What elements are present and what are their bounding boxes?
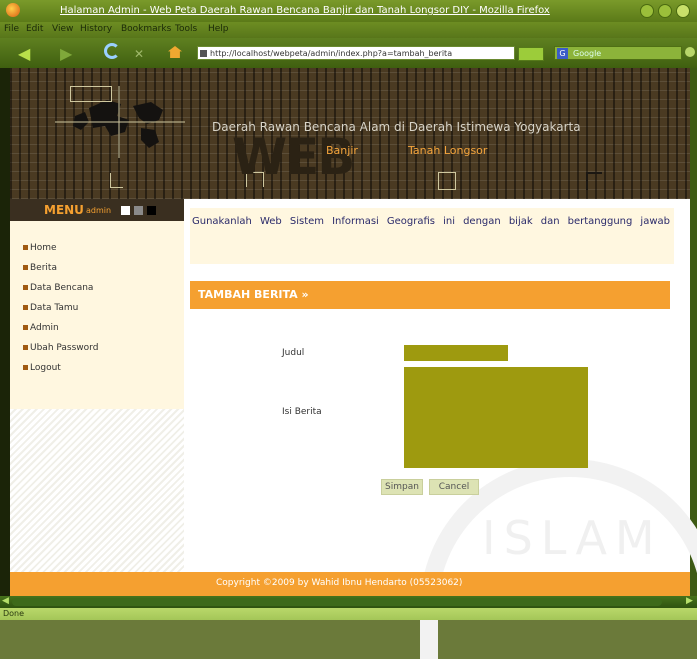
- navigation-toolbar: ◀ ▶ ✕ http://localhost/webpeta/admin/ind…: [0, 38, 697, 68]
- menu-square-icon: [134, 206, 143, 215]
- watermark-text: ISLAM: [482, 511, 663, 565]
- judul-input[interactable]: [404, 345, 508, 361]
- window-title: Halaman Admin - Web Peta Daerah Rawan Be…: [60, 5, 550, 16]
- maximize-icon[interactable]: [658, 4, 672, 18]
- search-input[interactable]: G Google: [554, 46, 682, 60]
- address-url: http://localhost/webpeta/admin/index.php…: [210, 49, 453, 58]
- menu-help[interactable]: Help: [208, 24, 229, 34]
- section-title: TAMBAH BERITA »: [198, 288, 309, 301]
- bullet-icon: [23, 305, 28, 310]
- stop-icon[interactable]: ✕: [134, 47, 144, 61]
- scroll-left-icon[interactable]: ◀: [2, 596, 9, 606]
- sidebar-item-logout[interactable]: Logout: [23, 363, 61, 373]
- google-icon: G: [557, 48, 568, 59]
- isi-berita-label: Isi Berita: [282, 407, 322, 417]
- back-icon[interactable]: ◀: [18, 44, 30, 63]
- sidebar-item-label: Logout: [30, 363, 61, 373]
- menu-file[interactable]: File: [4, 24, 19, 34]
- search-placeholder: Google: [573, 49, 602, 58]
- sidebar-item-admin[interactable]: Admin: [23, 323, 59, 333]
- page-favicon-icon: [200, 50, 207, 57]
- sidebar-item-home[interactable]: Home: [23, 243, 57, 253]
- horizontal-scrollbar[interactable]: ◀ ▶: [0, 596, 697, 608]
- sidebar-item-label: Berita: [30, 263, 57, 273]
- forward-icon[interactable]: ▶: [60, 44, 72, 63]
- status-text: Done: [3, 609, 25, 618]
- go-button[interactable]: [518, 47, 544, 61]
- section-header: TAMBAH BERITA »: [190, 281, 670, 309]
- status-bar: Done: [0, 608, 697, 620]
- home-icon[interactable]: [168, 46, 182, 58]
- bullet-icon: [23, 365, 28, 370]
- sidebar-item-data-bencana[interactable]: Data Bencana: [23, 283, 94, 293]
- menu-view[interactable]: View: [52, 24, 73, 34]
- link-banjir[interactable]: Banjir: [326, 144, 358, 157]
- search-icon[interactable]: [685, 47, 695, 57]
- sidebar-item-ubah-password[interactable]: Ubah Password: [23, 343, 99, 353]
- menu-title: MENU: [44, 203, 84, 217]
- window-border-left: [0, 68, 10, 596]
- sidebar-item-label: Admin: [30, 323, 59, 333]
- menu-edit[interactable]: Edit: [26, 24, 43, 34]
- menu-header: MENU admin: [10, 199, 184, 221]
- menu-bookmarks[interactable]: Bookmarks: [121, 24, 171, 34]
- sidebar-item-berita[interactable]: Berita: [23, 263, 57, 273]
- banner-frame: [586, 172, 602, 190]
- bullet-icon: [23, 325, 28, 330]
- sidebar-item-label: Data Tamu: [30, 303, 79, 313]
- link-tanah-longsor[interactable]: Tanah Longsor: [408, 144, 487, 157]
- sidebar-item-label: Ubah Password: [30, 343, 99, 353]
- banner-title: Daerah Rawan Bencana Alam di Daerah Isti…: [212, 120, 581, 134]
- minimize-icon[interactable]: [640, 4, 654, 18]
- site-banner: WEB Daerah Rawan Bencana Alam di Daerah …: [10, 68, 690, 199]
- main-area: MENU admin Home Berita Data Bencana Data…: [10, 199, 697, 659]
- menu-subtitle: admin: [86, 206, 112, 215]
- intro-box: Gunakanlah Web Sistem Informasi Geografi…: [190, 208, 674, 264]
- scrollbar-thumb[interactable]: [12, 598, 662, 606]
- bullet-icon: [23, 345, 28, 350]
- sidebar-item-label: Home: [30, 243, 57, 253]
- sidebar: MENU admin Home Berita Data Bencana Data…: [10, 199, 184, 409]
- banner-frame: [70, 86, 112, 102]
- close-icon[interactable]: [676, 4, 690, 18]
- reload-icon[interactable]: [104, 43, 120, 59]
- isi-berita-textarea[interactable]: [404, 367, 588, 468]
- cancel-button[interactable]: Cancel: [429, 479, 479, 495]
- menu-tools[interactable]: Tools: [175, 24, 197, 34]
- address-bar[interactable]: http://localhost/webpeta/admin/index.php…: [197, 46, 515, 60]
- judul-label: Judul: [282, 348, 305, 358]
- menu-square-icon: [147, 206, 156, 215]
- menu-history[interactable]: History: [80, 24, 112, 34]
- sidebar-item-label: Data Bencana: [30, 283, 94, 293]
- banner-frame: [110, 173, 123, 188]
- menu-bar: File Edit View History Bookmarks Tools H…: [0, 22, 697, 38]
- intro-text: Gunakanlah Web Sistem Informasi Geografi…: [192, 216, 670, 227]
- bullet-icon: [23, 245, 28, 250]
- scroll-right-icon[interactable]: ▶: [686, 596, 693, 606]
- sidebar-pattern: [10, 409, 184, 572]
- banner-logo-web: WEB: [232, 128, 355, 186]
- menu-square-icon: [121, 206, 130, 215]
- content-area: Gunakanlah Web Sistem Informasi Geografi…: [184, 199, 697, 659]
- vertical-scrollbar[interactable]: [690, 68, 697, 596]
- bullet-icon: [23, 265, 28, 270]
- banner-frame: [438, 172, 456, 190]
- window-titlebar: Halaman Admin - Web Peta Daerah Rawan Be…: [0, 0, 697, 22]
- sidebar-item-data-tamu[interactable]: Data Tamu: [23, 303, 79, 313]
- site-footer: Copyright ©2009 by Wahid Ibnu Hendarto (…: [10, 572, 690, 596]
- footer-copyright: Copyright ©2009 by Wahid Ibnu Hendarto (…: [216, 578, 463, 588]
- simpan-button[interactable]: Simpan: [381, 479, 423, 495]
- bullet-icon: [23, 285, 28, 290]
- firefox-logo-icon: [6, 3, 20, 17]
